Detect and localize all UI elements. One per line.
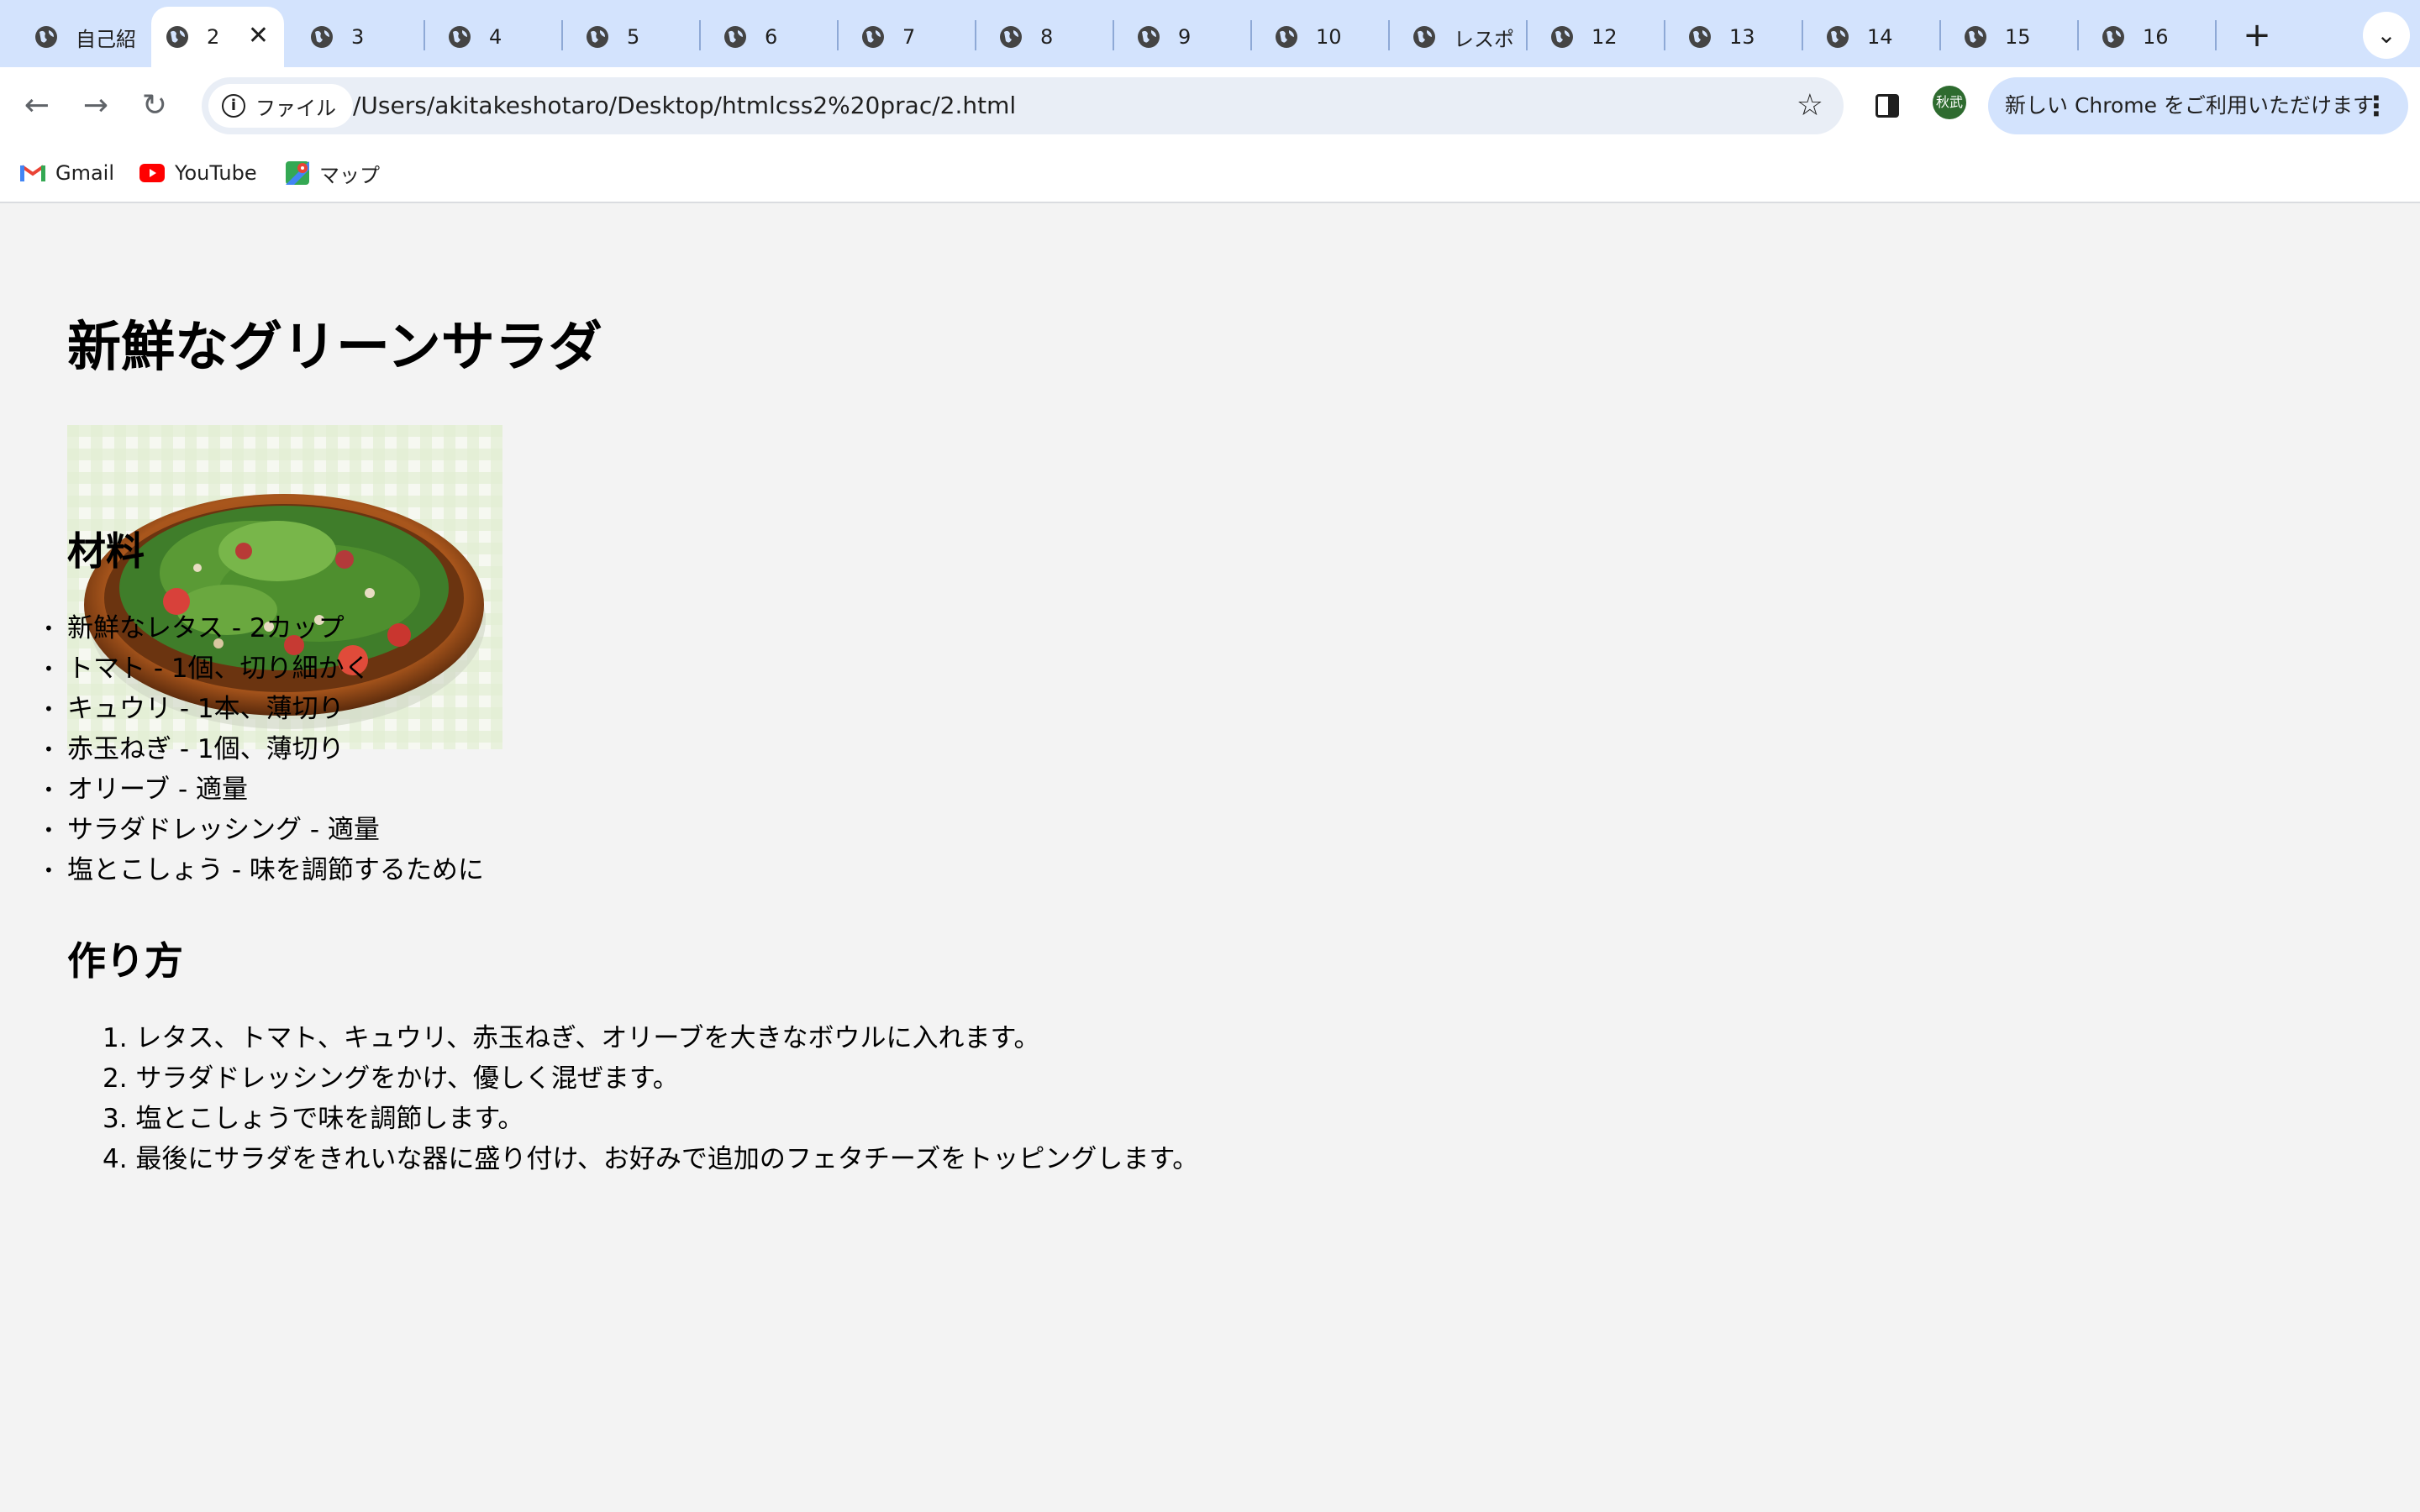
tab-label: 13 [1729,25,1755,49]
tab-3[interactable]: 3 [286,7,424,67]
page-content: 新鮮なグリーンサラダ 材料 • 新鮮なレタス - 2カップ • トマト - 1個… [0,203,2420,1512]
new-tab-button[interactable]: + [2233,13,2281,60]
globe-icon [724,26,746,48]
tab-5[interactable]: 5 [561,7,699,67]
bookmark-maps[interactable]: マップ [286,158,380,188]
tab-label: 14 [1867,25,1893,49]
page-title: 新鮮なグリーンサラダ [67,317,602,379]
globe-icon [1689,26,1711,48]
bookmark-gmail[interactable]: Gmail [20,158,114,188]
tab-label: 自己紹 [76,27,136,51]
toolbar: ← → ↻ i ファイル /Users/akitakeshotaro/Deskt… [0,67,2420,144]
list-item: 塩とこしょう - 味を調節するために [44,850,484,890]
globe-icon [1413,26,1435,48]
tab-label: 6 [765,25,778,49]
update-chrome-label: 新しい Chrome をご利用いただけます [2005,93,2374,118]
back-button[interactable]: ← [13,82,60,129]
tab-7[interactable]: 7 [837,7,975,67]
tab-label: レスポ [1454,27,1514,51]
ingredients-heading: 材料 [67,528,145,574]
bookmark-youtube[interactable]: YouTube [139,158,257,188]
globe-icon [1551,26,1573,48]
url-text[interactable]: /Users/akitakeshotaro/Desktop/htmlcss2%2… [353,77,1016,134]
list-item: トマト - 1個、切り細かく [44,648,484,689]
site-info-chip[interactable]: i ファイル [208,84,353,128]
youtube-icon [139,164,165,182]
profile-avatar[interactable]: 秋武 [1933,86,1966,119]
list-item: 新鮮なレタス - 2カップ [44,608,484,648]
side-panel-icon[interactable] [1876,94,1899,118]
globe-icon [166,26,188,48]
globe-icon [1138,26,1160,48]
list-item: 1. レタス、トマト、キュウリ、赤玉ねぎ、オリーブを大きなボウルに入れます。 [103,1023,1040,1053]
tab-strip: 自己紹 2 ✕ 3 4 5 6 7 8 9 10 レスポ 12 13 14 15 16 + ⌄ [0,0,2420,67]
globe-icon [2102,26,2124,48]
site-info-label: ファイル [255,96,336,120]
browser-chrome: 自己紹 2 ✕ 3 4 5 6 7 8 9 10 レスポ 12 13 14 15 16 + ⌄ ← → ↻ i … [0,0,2420,203]
close-tab-icon[interactable]: ✕ [248,24,269,49]
bookmark-label: YouTube [175,161,257,185]
list-item: 赤玉ねぎ - 1個、薄切り [44,729,484,769]
tab-label: 3 [351,25,365,49]
globe-icon [449,26,471,48]
tab-1[interactable]: 自己紹 [10,7,148,67]
globe-icon [862,26,884,48]
list-item: オリーブ - 適量 [44,769,484,810]
list-item: キュウリ - 1本、薄切り [44,689,484,729]
globe-icon [587,26,608,48]
tab-label: 16 [2143,25,2169,49]
steps-heading: 作り方 [67,938,183,984]
tab-8[interactable]: 8 [975,7,1113,67]
list-item: 4. 最後にサラダをきれいな器に盛り付け、お好みで追加のフェタチーズをトッピング… [103,1144,1199,1174]
address-bar[interactable]: i ファイル /Users/akitakeshotaro/Desktop/htm… [202,77,1844,134]
tab-label: 12 [1591,25,1618,49]
globe-icon [1000,26,1022,48]
tab-label: 8 [1040,25,1054,49]
ingredients-list: 新鮮なレタス - 2カップ トマト - 1個、切り細かく キュウリ - 1本、薄… [44,608,484,890]
tab-14[interactable]: 14 [1802,7,1939,67]
list-item: サラダドレッシング - 適量 [44,810,484,850]
forward-button[interactable]: → [72,82,119,129]
menu-dots-icon[interactable]: ⋮ [2363,77,2390,134]
info-icon: i [222,94,245,118]
tab-label: 4 [489,25,502,49]
tab-16[interactable]: 16 [2077,7,2215,67]
tab-13[interactable]: 13 [1664,7,1802,67]
globe-icon [1276,26,1297,48]
bookmark-label: マップ [319,163,380,187]
bookmark-label: Gmail [55,161,115,185]
tab-4[interactable]: 4 [424,7,561,67]
tab-12[interactable]: 12 [1526,7,1664,67]
steps-list: 1. レタス、トマト、キュウリ、赤玉ねぎ、オリーブを大きなボウルに入れます。 2… [103,1018,1198,1179]
tab-search-button[interactable]: ⌄ [2363,12,2410,59]
bookmark-star-icon[interactable]: ☆ [1797,84,1823,128]
tab-11[interactable]: レスポ [1388,7,1526,67]
tab-15[interactable]: 15 [1939,7,2077,67]
tab-9[interactable]: 9 [1113,7,1250,67]
globe-icon [35,26,57,48]
tab-label: 2 [207,25,220,49]
list-item: 3. 塩とこしょうで味を調節します。 [103,1104,524,1134]
maps-icon [286,161,309,185]
bookmarks-bar: Gmail YouTube マップ [0,144,2420,203]
tab-label: 10 [1316,25,1342,49]
gmail-icon [20,165,45,181]
tab-6[interactable]: 6 [699,7,837,67]
tab-label: 7 [902,25,916,49]
globe-icon [311,26,333,48]
tab-label: 5 [627,25,640,49]
tab-label: 9 [1178,25,1192,49]
tab-separator [2215,20,2217,50]
globe-icon [1827,26,1849,48]
globe-icon [1965,26,1986,48]
tab-label: 15 [2005,25,2031,49]
list-item: 2. サラダドレッシングをかけ、優しく混ぜます。 [103,1063,679,1094]
tab-10[interactable]: 10 [1250,7,1388,67]
tab-2[interactable]: 2 ✕ [151,7,284,67]
update-chrome-button[interactable]: 新しい Chrome をご利用いただけます ⋮ [1988,77,2408,134]
reload-button[interactable]: ↻ [131,82,178,129]
